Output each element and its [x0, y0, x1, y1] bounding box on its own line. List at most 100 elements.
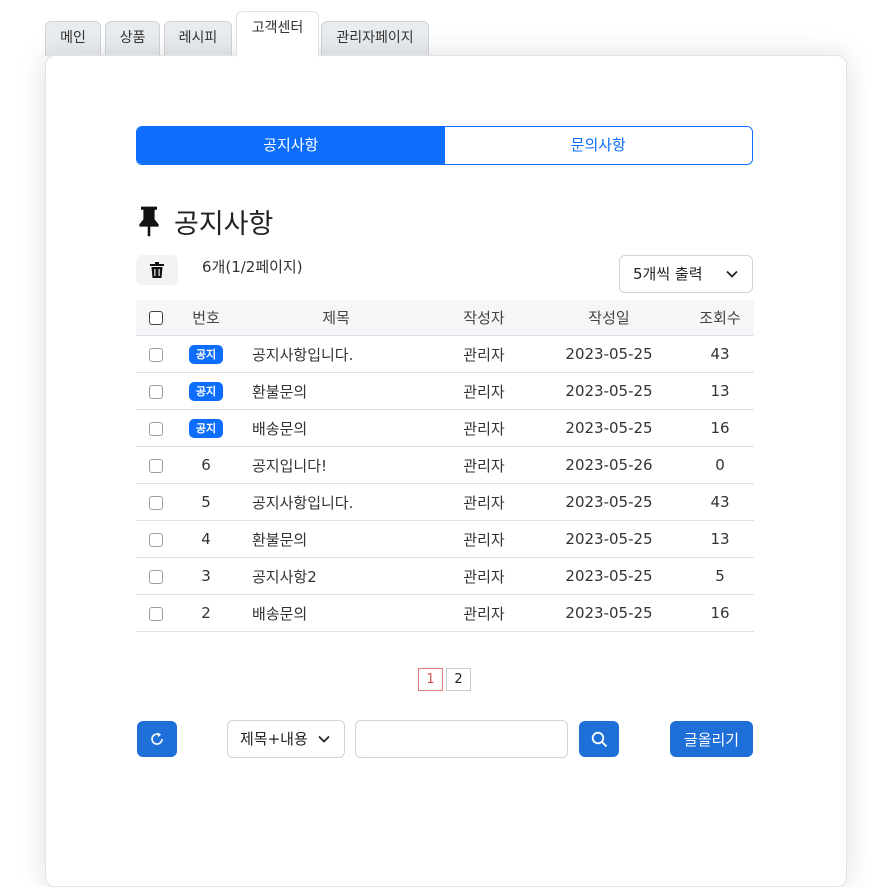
search-input[interactable] — [355, 720, 568, 758]
table-row[interactable]: 3 공지사항2 관리자 2023-05-25 5 — [136, 557, 754, 595]
per-page-select[interactable]: 5개씩 출력 — [619, 255, 753, 293]
write-post-button[interactable]: 글올리기 — [670, 721, 753, 757]
table-row[interactable]: 5 공지사항입니다. 관리자 2023-05-25 43 — [136, 483, 754, 521]
search-icon — [591, 731, 607, 747]
row-author: 관리자 — [436, 335, 532, 373]
delete-button[interactable] — [136, 255, 178, 285]
table-row[interactable]: 6 공지입니다! 관리자 2023-05-26 0 — [136, 446, 754, 484]
row-number-cell: 공지 — [176, 335, 236, 373]
content-card: 공지사항 문의사항 공지사항 6개(1/2페이지) 5개씩 출력 번호 제목 작… — [45, 55, 847, 887]
notice-tab-button[interactable]: 공지사항 — [137, 127, 445, 164]
row-checkbox[interactable] — [149, 606, 163, 621]
row-checkbox[interactable] — [149, 347, 163, 362]
page-2-link[interactable]: 2 — [446, 668, 471, 691]
header-views: 조회수 — [686, 300, 754, 336]
table-row[interactable]: 4 환불문의 관리자 2023-05-25 13 — [136, 520, 754, 558]
notice-table: 번호 제목 작성자 작성일 조회수 공지 공지사항입니다. 관리자 2023-05-2… — [136, 300, 754, 632]
header-author: 작성자 — [436, 300, 532, 336]
row-views: 43 — [686, 483, 754, 521]
chevron-down-icon — [726, 270, 738, 278]
inquiry-tab-button[interactable]: 문의사항 — [444, 127, 752, 164]
page-title: 공지사항 — [174, 208, 274, 240]
table-row[interactable]: 공지 공지사항입니다. 관리자 2023-05-25 43 — [136, 335, 754, 373]
row-select-cell — [136, 372, 176, 410]
row-title[interactable]: 환불문의 — [236, 520, 436, 558]
refresh-icon — [151, 732, 163, 745]
pushpin-icon — [139, 206, 159, 237]
page-1-link[interactable]: 1 — [418, 668, 443, 691]
row-checkbox[interactable] — [149, 384, 163, 399]
row-number: 3 — [201, 567, 211, 585]
select-all-checkbox[interactable] — [149, 311, 163, 325]
trash-icon — [150, 262, 164, 278]
row-number-cell: 4 — [176, 520, 236, 558]
tab-admin-page[interactable]: 관리자페이지 — [321, 21, 429, 56]
row-checkbox[interactable] — [149, 532, 163, 547]
row-author: 관리자 — [436, 594, 532, 632]
row-checkbox[interactable] — [149, 421, 163, 436]
row-author: 관리자 — [436, 557, 532, 595]
row-number: 2 — [201, 604, 211, 622]
row-number: 4 — [201, 530, 211, 548]
tab-customer-center[interactable]: 고객센터 — [236, 11, 319, 57]
row-author: 관리자 — [436, 483, 532, 521]
chevron-down-icon — [318, 735, 330, 743]
tab-main[interactable]: 메인 — [45, 21, 101, 56]
search-type-select[interactable]: 제목+내용 — [227, 720, 345, 758]
row-number-cell: 6 — [176, 446, 236, 484]
row-views: 43 — [686, 335, 754, 373]
row-author: 관리자 — [436, 446, 532, 484]
row-title[interactable]: 배송문의 — [236, 409, 436, 447]
table-row[interactable]: 공지 환불문의 관리자 2023-05-25 13 — [136, 372, 754, 410]
row-title[interactable]: 배송문의 — [236, 594, 436, 632]
row-date: 2023-05-25 — [532, 483, 686, 521]
row-title[interactable]: 공지사항입니다. — [236, 483, 436, 521]
search-button[interactable] — [579, 721, 619, 757]
row-author: 관리자 — [436, 372, 532, 410]
row-title[interactable]: 공지입니다! — [236, 446, 436, 484]
row-number-cell: 공지 — [176, 409, 236, 447]
row-checkbox[interactable] — [149, 569, 163, 584]
row-title[interactable]: 환불문의 — [236, 372, 436, 410]
notice-badge: 공지 — [188, 419, 224, 438]
header-select-all — [136, 300, 176, 336]
row-views: 0 — [686, 446, 754, 484]
header-title: 제목 — [236, 300, 436, 336]
table-row[interactable]: 공지 배송문의 관리자 2023-05-25 16 — [136, 409, 754, 447]
table-row[interactable]: 2 배송문의 관리자 2023-05-25 16 — [136, 594, 754, 632]
row-views: 5 — [686, 557, 754, 595]
refresh-button[interactable] — [137, 721, 177, 757]
row-views: 13 — [686, 372, 754, 410]
row-number: 5 — [201, 493, 211, 511]
row-date: 2023-05-25 — [532, 335, 686, 373]
per-page-value: 5개씩 출력 — [633, 265, 703, 283]
row-select-cell — [136, 557, 176, 595]
header-number: 번호 — [176, 300, 236, 336]
notice-badge: 공지 — [188, 345, 224, 364]
row-number-cell: 공지 — [176, 372, 236, 410]
row-author: 관리자 — [436, 520, 532, 558]
row-title[interactable]: 공지사항입니다. — [236, 335, 436, 373]
search-type-value: 제목+내용 — [240, 730, 308, 748]
notice-badge: 공지 — [188, 382, 224, 401]
row-date: 2023-05-25 — [532, 557, 686, 595]
row-checkbox[interactable] — [149, 458, 163, 473]
pagination: 1 2 — [418, 668, 471, 691]
row-author: 관리자 — [436, 409, 532, 447]
row-number-cell: 2 — [176, 594, 236, 632]
page-heading: 공지사항 — [136, 201, 273, 241]
tab-products[interactable]: 상품 — [105, 21, 160, 56]
row-select-cell — [136, 594, 176, 632]
row-select-cell — [136, 409, 176, 447]
row-number-cell: 5 — [176, 483, 236, 521]
tab-recipes[interactable]: 레시피 — [164, 21, 232, 56]
row-title[interactable]: 공지사항2 — [236, 557, 436, 595]
row-views: 13 — [686, 520, 754, 558]
row-views: 16 — [686, 594, 754, 632]
row-select-cell — [136, 446, 176, 484]
row-date: 2023-05-25 — [532, 372, 686, 410]
row-checkbox[interactable] — [149, 495, 163, 510]
header-date: 작성일 — [532, 300, 686, 336]
row-date: 2023-05-25 — [532, 520, 686, 558]
row-number: 6 — [201, 456, 211, 474]
